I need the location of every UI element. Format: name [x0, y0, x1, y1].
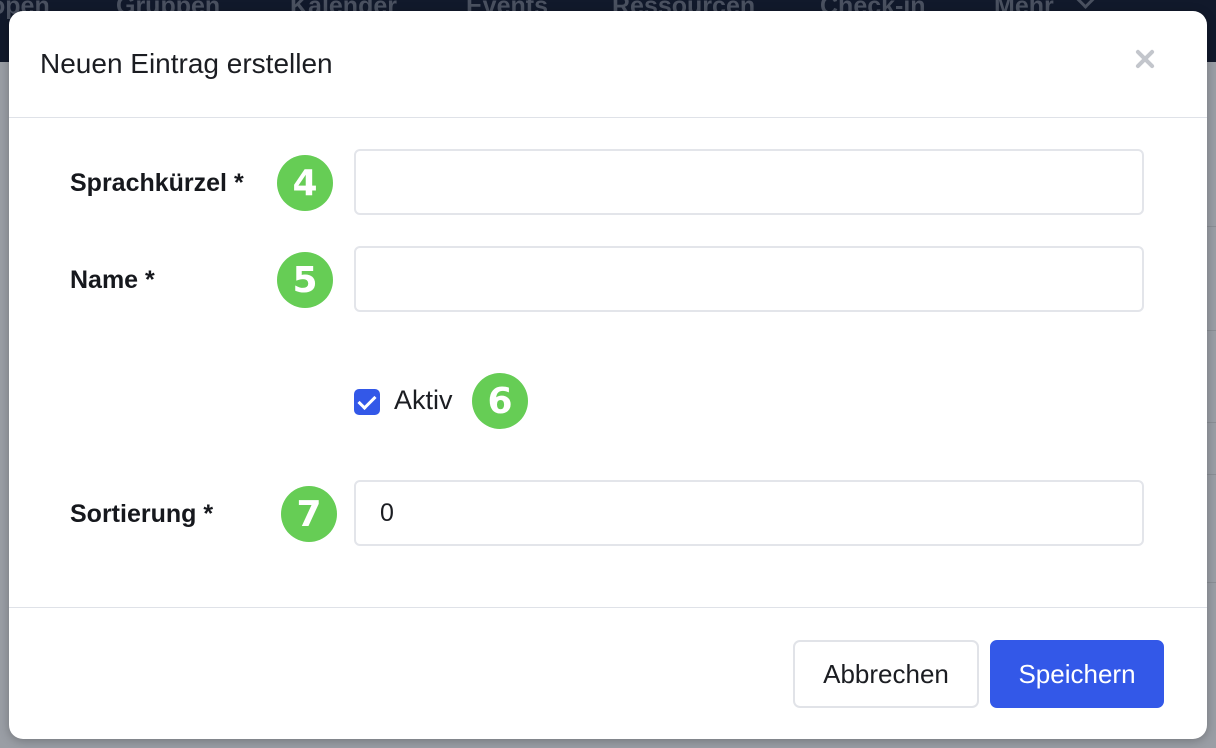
- create-entry-dialog: Neuen Eintrag erstellen Sprachkürzel * 4…: [9, 11, 1207, 739]
- active-checkbox-label[interactable]: Aktiv: [394, 385, 453, 416]
- active-checkbox[interactable]: [354, 389, 380, 415]
- step-badge-5: 5: [277, 252, 333, 308]
- sort-order-label: Sortierung *: [70, 500, 214, 528]
- step-badge-6: 6: [472, 373, 528, 429]
- language-code-input[interactable]: [354, 149, 1144, 215]
- step-badge-4: 4: [277, 155, 333, 211]
- dialog-footer: Abbrechen Speichern: [9, 607, 1207, 739]
- chevron-down-icon: [1072, 0, 1099, 9]
- dialog-header: Neuen Eintrag erstellen: [9, 11, 1207, 118]
- checkmark-icon: [357, 390, 377, 410]
- name-input[interactable]: [354, 246, 1144, 312]
- close-icon[interactable]: [1131, 45, 1159, 73]
- save-button[interactable]: Speichern: [990, 640, 1164, 708]
- cancel-button[interactable]: Abbrechen: [793, 640, 979, 708]
- dialog-title: Neuen Eintrag erstellen: [40, 48, 333, 79]
- step-badge-7: 7: [281, 486, 337, 542]
- name-label: Name *: [70, 266, 155, 294]
- sort-order-input[interactable]: [354, 480, 1144, 546]
- language-code-label: Sprachkürzel *: [70, 169, 244, 197]
